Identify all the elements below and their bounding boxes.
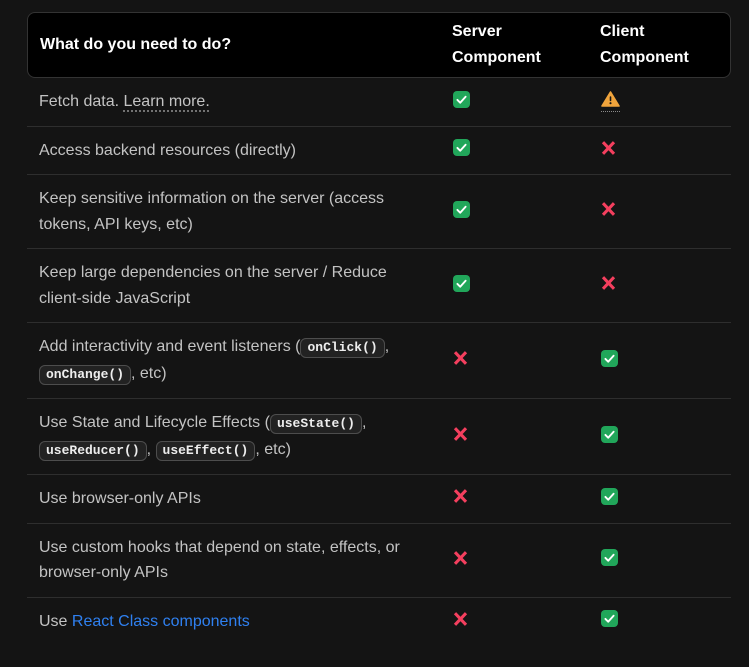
question-cell: Use State and Lifecycle Effects (useStat… [27, 410, 439, 463]
client-component-cell [587, 140, 731, 161]
comparison-table: What do you need to do? Server Component… [27, 12, 731, 645]
client-component-cell [587, 201, 731, 222]
cross-icon [453, 350, 468, 366]
server-component-cell [439, 350, 587, 371]
question-cell: Add interactivity and event listeners (o… [27, 334, 439, 387]
check-icon [453, 139, 470, 157]
code-chip: useReducer() [39, 440, 147, 461]
client-component-cell [587, 549, 731, 571]
table-row: Use browser-only APIs [27, 475, 731, 524]
question-text: , etc) [131, 364, 167, 382]
warning-icon[interactable] [601, 91, 620, 113]
check-icon [453, 200, 470, 218]
server-component-cell [439, 488, 587, 509]
check-icon [601, 349, 618, 367]
client-component-cell [587, 610, 731, 632]
check-icon [453, 274, 470, 292]
server-component-cell [439, 200, 587, 223]
code-chip: useEffect() [155, 440, 256, 461]
cross-icon [453, 611, 468, 627]
table-row: Keep sensitive information on the server… [27, 175, 731, 249]
question-cell: Use browser-only APIs [27, 486, 439, 512]
question-cell: Keep large dependencies on the server / … [27, 260, 439, 311]
server-component-cell [439, 139, 587, 161]
cross-icon [453, 550, 468, 566]
table-row: Use custom hooks that depend on state, e… [27, 524, 731, 598]
server-component-cell [439, 426, 587, 447]
header-question: What do you need to do? [40, 36, 232, 53]
question-text: Add interactivity and event listeners ( [39, 338, 301, 355]
check-icon [601, 487, 618, 505]
check-icon [601, 549, 618, 566]
table-row: Use React Class components [27, 598, 731, 646]
check-icon [453, 90, 470, 108]
header-client-component: Client Component [600, 23, 689, 66]
question-cell: Fetch data. Learn more. [27, 89, 439, 115]
question-text: Access backend resources (directly) [39, 141, 296, 159]
cross-icon [453, 488, 468, 504]
question-cell: Use React Class components [27, 609, 439, 635]
check-icon [601, 610, 618, 628]
table-row: Use State and Lifecycle Effects (useStat… [27, 399, 731, 475]
cross-icon [601, 201, 616, 217]
table-row: Fetch data. Learn more. [27, 78, 731, 127]
question-cell: Keep sensitive information on the server… [27, 186, 439, 237]
question-text: Use custom hooks that depend on state, e… [39, 538, 400, 582]
question-cell: Access backend resources (directly) [27, 138, 439, 164]
server-component-cell [439, 611, 587, 632]
header-server-component: Server Component [452, 23, 541, 66]
question-text: , [146, 440, 156, 458]
cross-icon [601, 275, 616, 291]
question-text: , etc) [255, 440, 291, 458]
table-body: Fetch data. Learn more. Access backend re… [27, 78, 731, 645]
question-text: Keep sensitive information on the server… [39, 190, 385, 233]
server-component-cell [439, 274, 587, 297]
table-row: Keep large dependencies on the server / … [27, 249, 731, 323]
client-component-cell [587, 91, 731, 113]
question-text: Use browser-only APIs [39, 490, 201, 507]
question-cell: Use custom hooks that depend on state, e… [27, 535, 439, 586]
check-icon [601, 425, 618, 443]
learn-more-link[interactable]: Learn more. [124, 93, 210, 110]
client-component-cell [587, 487, 731, 510]
code-chip: useState() [269, 414, 362, 434]
table-header: What do you need to do? Server Component… [27, 12, 731, 78]
cross-icon [601, 140, 616, 156]
code-chip: onClick() [300, 338, 385, 358]
question-text: Keep large dependencies on the server / … [39, 264, 387, 307]
code-chip: onChange() [39, 364, 132, 385]
table-row: Add interactivity and event listeners (o… [27, 323, 731, 399]
client-component-cell [587, 349, 731, 372]
table-row: Access backend resources (directly) [27, 127, 731, 175]
question-text: Use [39, 612, 72, 630]
question-text: Fetch data. [39, 93, 124, 110]
question-text: , [384, 338, 390, 355]
server-component-cell [439, 90, 587, 113]
client-component-cell [587, 425, 731, 448]
react-class-components-link[interactable]: React Class components [72, 613, 250, 630]
question-text: Use State and Lifecycle Effects ( [39, 414, 270, 431]
server-component-cell [439, 550, 587, 571]
question-text: , [361, 414, 367, 431]
cross-icon [453, 426, 468, 442]
client-component-cell [587, 275, 731, 296]
